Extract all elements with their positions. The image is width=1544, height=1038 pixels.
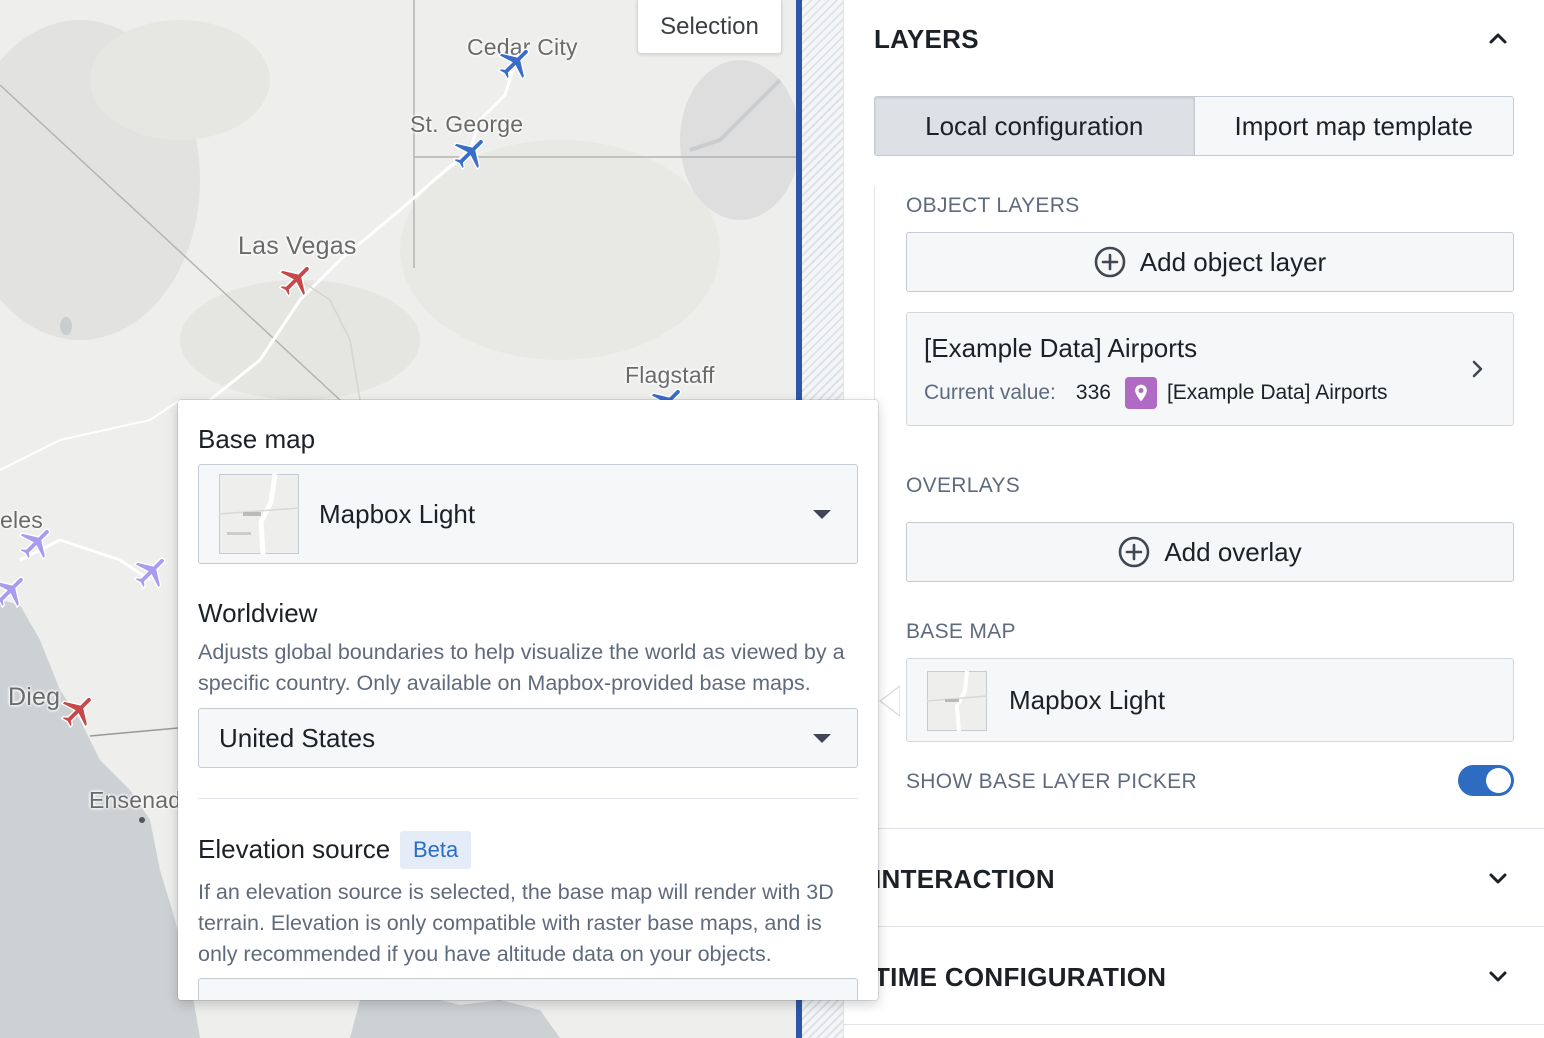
chevron-down-icon[interactable] <box>1486 964 1510 988</box>
current-value-label: Current value: <box>924 381 1056 404</box>
elevation-source-select[interactable] <box>198 978 858 1000</box>
add-object-layer-label: Add object layer <box>1139 246 1327 277</box>
elevation-source-description: If an elevation source is selected, the … <box>198 880 834 966</box>
time-configuration-section-title[interactable]: TIME CONFIGURATION <box>874 962 1166 993</box>
layers-panel: LAYERS Local configuration Import map te… <box>844 0 1544 1038</box>
airport-marker-plane-icon[interactable] <box>131 551 173 593</box>
base-map-select[interactable]: Mapbox Light <box>198 464 858 564</box>
base-map-thumbnail-icon <box>927 671 987 731</box>
config-source-tabs: Local configuration Import map template <box>874 96 1514 156</box>
chevron-right-icon[interactable] <box>1465 357 1489 381</box>
current-value-source: [Example Data] Airports <box>1166 381 1388 404</box>
city-label-ensenada: Ensenad <box>89 787 182 813</box>
city-label-las-vegas: Las Vegas <box>238 232 357 260</box>
worldview-selected-value: United States <box>219 723 376 753</box>
plus-circle-icon <box>1119 536 1150 568</box>
airport-marker-plane-icon[interactable] <box>58 690 100 732</box>
airport-marker-plane-icon[interactable] <box>0 570 32 612</box>
section-divider <box>844 926 1544 927</box>
add-overlay-button[interactable]: Add overlay <box>906 522 1514 582</box>
airport-marker-plane-icon[interactable] <box>450 132 492 174</box>
add-overlay-label: Add overlay <box>1164 536 1302 567</box>
section-divider <box>844 828 1544 829</box>
layer-current-value-row: Current value: 336 [Example Data] Airpor… <box>924 377 1388 409</box>
plus-circle-icon <box>1094 246 1126 278</box>
base-map-name: Mapbox Light <box>1009 685 1166 715</box>
tab-local-configuration[interactable]: Local configuration <box>875 97 1195 155</box>
selection-button[interactable]: Selection <box>637 0 782 54</box>
city-label-san-diego: Dieg <box>8 683 61 711</box>
map-pin-icon <box>1124 377 1157 409</box>
caret-down-icon <box>813 510 831 519</box>
base-map-selected-value: Mapbox Light <box>319 499 476 529</box>
elevation-source-heading: Elevation source <box>198 834 391 864</box>
tab-import-map-template[interactable]: Import map template <box>1194 97 1513 155</box>
toggle-knob <box>1486 768 1511 793</box>
add-object-layer-button[interactable]: Add object layer <box>906 232 1514 292</box>
base-map-thumbnail-icon <box>219 474 299 554</box>
base-map-settings-popover: Base map Mapbox Light Worldview Adjusts … <box>178 400 878 1000</box>
object-layers-label: OBJECT LAYERS <box>906 194 1080 217</box>
airport-marker-plane-icon[interactable] <box>276 259 318 301</box>
worldview-heading: Worldview <box>198 598 318 628</box>
base-map-selector[interactable]: Mapbox Light <box>906 658 1514 742</box>
layers-section-title[interactable]: LAYERS <box>874 24 979 55</box>
base-map-label: BASE MAP <box>906 620 1016 643</box>
base-map-heading: Base map <box>198 424 316 454</box>
popover-divider <box>198 798 858 799</box>
layer-name: [Example Data] Airports <box>924 333 1198 363</box>
show-base-layer-picker-label: SHOW BASE LAYER PICKER <box>906 770 1197 793</box>
chevron-down-icon[interactable] <box>1486 866 1510 890</box>
interaction-section-title[interactable]: INTERACTION <box>874 864 1055 895</box>
beta-badge: Beta <box>400 831 472 869</box>
caret-down-icon <box>813 734 831 743</box>
current-value-count: 336 <box>1075 381 1111 404</box>
airport-marker-plane-icon[interactable] <box>495 42 537 84</box>
show-base-layer-picker-toggle[interactable] <box>1458 765 1514 796</box>
chevron-up-icon[interactable] <box>1486 27 1510 51</box>
overlays-label: OVERLAYS <box>906 474 1021 497</box>
section-divider <box>844 1024 1544 1025</box>
airport-marker-plane-icon[interactable] <box>16 522 58 564</box>
worldview-select[interactable]: United States <box>198 708 858 768</box>
worldview-description: Adjusts global boundaries to help visual… <box>198 640 845 695</box>
object-layer-card[interactable]: [Example Data] Airports Current value: 3… <box>906 312 1514 426</box>
